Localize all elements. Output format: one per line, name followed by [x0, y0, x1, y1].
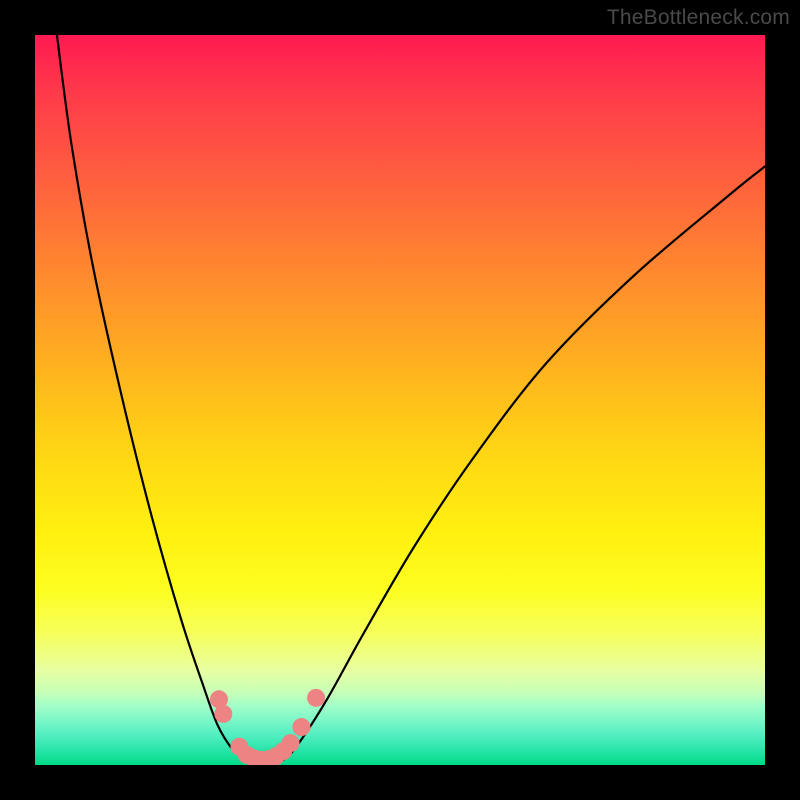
curve-marker [214, 705, 232, 723]
curve-layer [35, 35, 765, 765]
curve-marker [307, 689, 325, 707]
bottleneck-curve [57, 35, 765, 763]
curve-marker [292, 718, 310, 736]
chart-frame: TheBottleneck.com [0, 0, 800, 800]
plot-area [35, 35, 765, 765]
curve-marker [282, 734, 300, 752]
curve-markers [210, 689, 325, 765]
attribution-watermark: TheBottleneck.com [607, 6, 790, 30]
